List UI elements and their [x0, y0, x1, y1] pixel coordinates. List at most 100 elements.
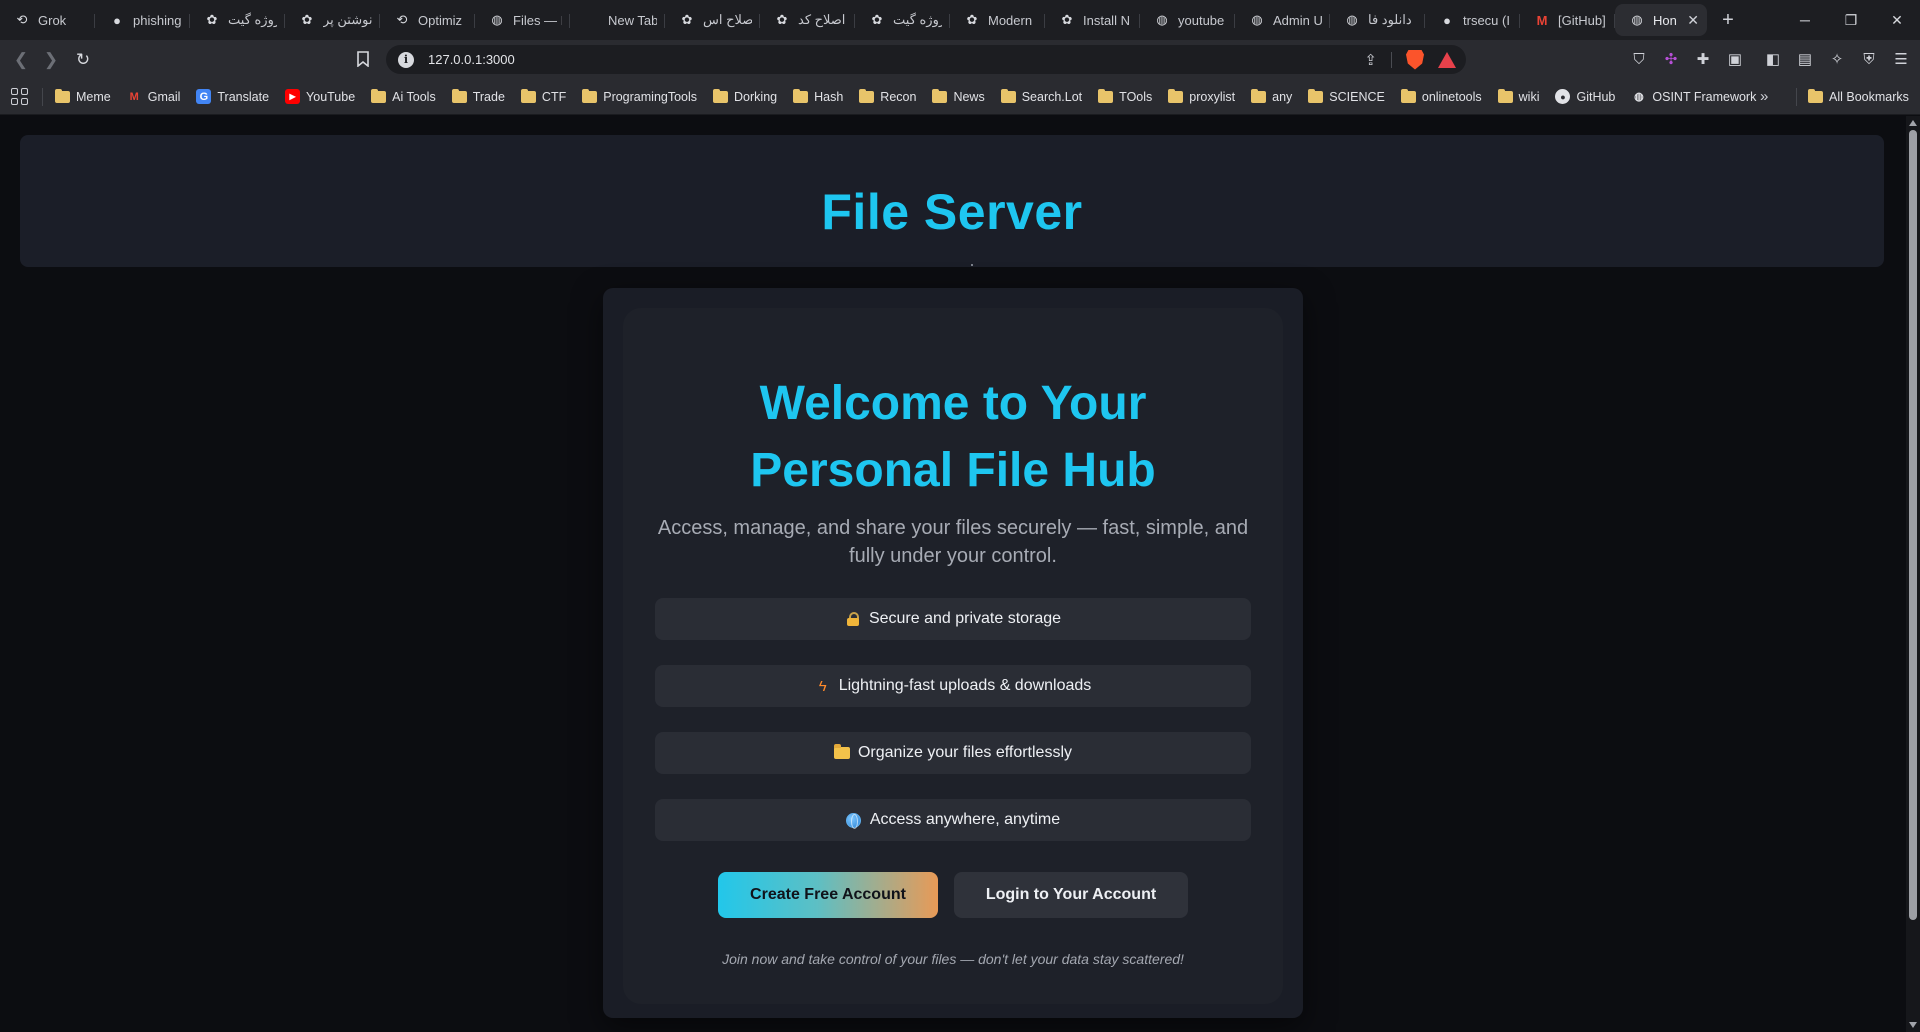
feature-item: Access anywhere, anytime — [655, 799, 1251, 841]
share-icon[interactable]: ⇪ — [1364, 51, 1377, 69]
tab-grok[interactable]: ⟲ Grok — [0, 4, 95, 36]
bookmark-science[interactable]: SCIENCE — [1308, 88, 1385, 104]
extension-icon[interactable]: ✣ — [1662, 50, 1680, 68]
brave-shields-icon[interactable] — [1406, 49, 1424, 70]
close-window-button[interactable]: ✕ — [1874, 0, 1920, 40]
tab-trsecu[interactable]: ● trsecu (I — [1425, 4, 1520, 36]
folder-icon — [1000, 88, 1016, 103]
site-header: File Server — [20, 135, 1884, 267]
globe-icon: ◍ — [1251, 12, 1263, 27]
site-info-icon[interactable]: i — [398, 51, 414, 68]
extensions-puzzle-icon[interactable]: ✚ — [1694, 50, 1712, 68]
bookmark-tools[interactable]: TOols — [1098, 88, 1152, 104]
login-button[interactable]: Login to Your Account — [954, 872, 1188, 918]
bitwarden-icon[interactable]: ⛉ — [1630, 50, 1648, 68]
back-button[interactable]: ❮ — [6, 45, 36, 75]
tab-modern[interactable]: ✿ Modern — [950, 4, 1045, 36]
tab-title: Hon — [1653, 12, 1677, 28]
bookmark-youtube[interactable]: ▶ YouTube — [285, 89, 355, 104]
bookmark-ai-tools[interactable]: Ai Tools — [371, 88, 436, 104]
tab-youtube[interactable]: ◍ youtube — [1140, 4, 1235, 36]
page-scrollbar[interactable] — [1906, 116, 1920, 1032]
vpn-shield-icon[interactable]: ⛨ — [1860, 50, 1878, 68]
reload-button[interactable]: ↻ — [68, 45, 98, 75]
bookmark-osint-framework[interactable]: ◍ OSINT Framework — [1631, 89, 1756, 104]
tab-title: Files — I — [513, 12, 562, 28]
folder-icon — [520, 88, 536, 103]
tab-admin[interactable]: ◍ Admin U — [1235, 4, 1330, 36]
feature-text: Access anywhere, anytime — [869, 811, 1061, 828]
bookmark-any[interactable]: any — [1251, 88, 1292, 104]
bookmark-label: wiki — [1518, 89, 1540, 104]
new-tab-button[interactable]: + — [1711, 4, 1745, 36]
bookmark-label: OSINT Framework — [1652, 89, 1757, 104]
bookmark-proxylist[interactable]: proxylist — [1168, 88, 1235, 104]
tab-new-tab[interactable]: New Tab — [570, 4, 665, 36]
github-icon: ● — [1555, 89, 1571, 104]
tab-title: پروژه گیت — [228, 12, 277, 27]
leo-ai-icon[interactable]: ✧ — [1828, 50, 1846, 68]
youtube-icon: ▶ — [285, 89, 301, 104]
scroll-down-arrow-icon[interactable] — [1909, 1022, 1917, 1028]
folder-icon — [55, 88, 70, 103]
github-icon: ● — [1443, 12, 1451, 28]
bookmark-search-lot[interactable]: Search.Lot — [1000, 88, 1082, 104]
bookmark-page-icon[interactable] — [352, 46, 374, 72]
restore-button[interactable]: ❐ — [1828, 0, 1874, 40]
divider — [1391, 51, 1392, 68]
brave-rewards-icon[interactable] — [1438, 51, 1456, 68]
more-bookmarks-chevron-icon[interactable]: » — [1760, 88, 1768, 105]
tab-download[interactable]: ◍ دانلود فا — [1330, 4, 1425, 36]
tab-optimize[interactable]: ⟲ Optimiz — [380, 4, 475, 36]
bookmark-programingtools[interactable]: ProgramingTools — [582, 88, 697, 104]
minimize-button[interactable]: ─ — [1782, 0, 1828, 40]
tab-project-git[interactable]: ✿ پروژه گیت — [190, 4, 285, 36]
forward-button[interactable]: ❯ — [36, 45, 66, 75]
bookmark-onlinetools[interactable]: onlinetools — [1400, 88, 1482, 104]
folder-icon — [451, 88, 467, 103]
scrollbar-thumb[interactable] — [1909, 130, 1917, 920]
bookmark-news[interactable]: News — [932, 88, 985, 104]
tab-title: Install N — [1083, 12, 1130, 28]
all-bookmarks[interactable]: All Bookmarks — [1808, 88, 1909, 104]
tab-install[interactable]: ✿ Install N — [1045, 4, 1140, 36]
close-tab-icon[interactable]: ✕ — [1687, 12, 1699, 29]
bookmark-meme[interactable]: Meme — [55, 88, 111, 104]
tab-writing[interactable]: ✿ نوشتن پر — [285, 4, 380, 36]
tab-phishing[interactable]: ● phishing — [95, 4, 190, 36]
tab-title: Grok — [38, 12, 67, 28]
url-text[interactable]: 127.0.0.1:3000 — [428, 52, 515, 67]
lock-icon — [845, 611, 861, 627]
feature-text: Organize your files effortlessly — [857, 744, 1072, 761]
tab-list: ⟲ Grok ● phishing ✿ پروژه گیت ✿ نوشتن پر ⟲ Op… — [0, 0, 1707, 40]
address-bar[interactable]: i 127.0.0.1:3000 ⇪ — [386, 45, 1466, 74]
bookmark-wiki[interactable]: wiki — [1497, 88, 1540, 104]
bookmark-gmail[interactable]: M Gmail — [127, 89, 181, 104]
bookmark-ctf[interactable]: CTF — [520, 88, 566, 104]
globe-icon: ◍ — [491, 12, 503, 27]
scroll-up-arrow-icon[interactable] — [1909, 120, 1917, 126]
tab-files[interactable]: ◍ Files — I — [475, 4, 570, 36]
wallet-icon[interactable]: ▤ — [1796, 50, 1814, 68]
sidebar-icon[interactable]: ◧ — [1764, 50, 1782, 68]
tab-fix-code[interactable]: ✿ اصلاح کد — [760, 4, 855, 36]
tab-home-active[interactable]: ◍ Hon ✕ — [1615, 4, 1707, 36]
bookmark-label: Dorking — [734, 89, 778, 104]
tab-github-mail[interactable]: M [GitHub] — [1520, 4, 1615, 36]
tab-fix-1[interactable]: ✿ اصلاح اس — [665, 4, 760, 36]
bookmark-hash[interactable]: Hash — [793, 88, 843, 104]
tab-project-git-2[interactable]: ✿ پروژه گیت — [855, 4, 950, 36]
bookmark-translate[interactable]: G Translate — [196, 89, 269, 104]
bookmark-dorking[interactable]: Dorking — [713, 88, 778, 104]
create-account-button[interactable]: Create Free Account — [718, 872, 938, 918]
tab-title: New Tab — [608, 12, 657, 28]
apps-grid-icon[interactable] — [8, 86, 30, 108]
menu-icon[interactable]: ☰ — [1892, 50, 1910, 68]
globe-icon: ◍ — [1634, 91, 1644, 103]
hero-title: Welcome to Your Personal File Hub — [750, 377, 1156, 497]
screenshot-icon[interactable]: ▣ — [1726, 50, 1744, 68]
bookmark-trade[interactable]: Trade — [451, 88, 505, 104]
bookmark-github[interactable]: ● GitHub — [1555, 89, 1615, 104]
hero-subtitle: Access, manage, and share your files sec… — [657, 517, 1249, 567]
bookmark-recon[interactable]: Recon — [859, 88, 916, 104]
